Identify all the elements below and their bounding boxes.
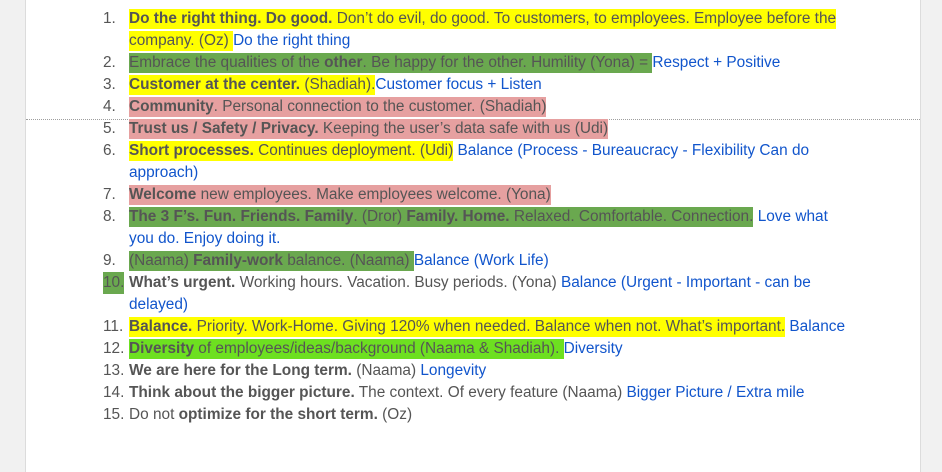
list-item-bold-text: Short processes. bbox=[129, 141, 254, 161]
list-item: 3. Customer at the center. (Shadiah).Cust… bbox=[26, 74, 849, 96]
list-number: 11. bbox=[103, 318, 124, 335]
list-number: 8. bbox=[103, 208, 116, 225]
list-item-text: . Personal connection to the customer. (… bbox=[213, 97, 547, 117]
list-item-bold-text: The 3 F’s. Fun. Friends. Family bbox=[129, 207, 354, 227]
list-item-text: . Be happy for the other. Humility (Yona… bbox=[362, 53, 653, 73]
list-item: 14. Think about the bigger picture. The c… bbox=[26, 382, 849, 404]
list-item: 8. The 3 F’s. Fun. Friends. Family. (Dror… bbox=[26, 206, 849, 250]
list-item: 10. What’s urgent. Working hours. Vacatio… bbox=[26, 272, 849, 316]
list-item-link[interactable]: Balance (Work Life) bbox=[414, 252, 549, 269]
list-item-text: (Naama) bbox=[351, 362, 421, 379]
list-item-text: (Oz) bbox=[377, 406, 413, 423]
list-item-bold-text: optimize for the short term. bbox=[178, 406, 378, 423]
list-item-text: balance. (Naama) bbox=[282, 251, 414, 271]
list-item: 11. Balance. Priority. Work-Home. Giving … bbox=[26, 316, 849, 338]
list-number: 5. bbox=[103, 120, 116, 137]
list-item: 2. Embrace the qualities of the other. Be… bbox=[26, 52, 849, 74]
list-number: 6. bbox=[103, 142, 116, 159]
list-item-bold-text: Community bbox=[129, 97, 214, 117]
list-item-bold-text: Customer at the center. bbox=[129, 75, 301, 95]
list-item-text: Working hours. Vacation. Busy periods. (… bbox=[235, 274, 561, 291]
list-item-text: Relaxed. Comfortable. Connection. bbox=[509, 207, 754, 227]
list-number: 9. bbox=[103, 252, 116, 269]
list-item-bold-text: Think about the bigger picture. bbox=[129, 384, 355, 401]
list-number: 7. bbox=[103, 186, 116, 203]
list-item: 7. Welcome new employees. Make employees … bbox=[26, 184, 849, 206]
list-item-text: Embrace the qualities of the bbox=[129, 53, 325, 73]
list-item: 5. Trust us / Safety / Privacy. Keeping t… bbox=[26, 118, 849, 140]
list-item-bold-text: Welcome bbox=[129, 185, 197, 205]
list-number: 2. bbox=[103, 54, 116, 71]
list-item: 4. Community. Personal connection to the … bbox=[26, 96, 849, 118]
list-item: 6. Short processes. Continues deployment.… bbox=[26, 140, 849, 184]
list-number: 15. bbox=[103, 406, 125, 423]
list-item-text: The context. Of every feature (Naama) bbox=[354, 384, 627, 401]
list-item-bold-text: Do the right thing. Do good. bbox=[129, 9, 333, 29]
list-item-text: Priority. Work-Home. Giving 120% when ne… bbox=[192, 317, 786, 337]
list-item-text: of employees/ideas/background (Naama & S… bbox=[194, 339, 564, 359]
list-number: 14. bbox=[103, 384, 125, 401]
list-item-bold-text: Trust us / Safety / Privacy. bbox=[129, 119, 319, 139]
list-item-link[interactable]: Diversity bbox=[564, 340, 623, 357]
list-item-text: (Naama) bbox=[129, 251, 194, 271]
list-item-link[interactable]: Respect + Positive bbox=[652, 54, 780, 71]
list-item-bold-text: Balance. bbox=[129, 317, 193, 337]
list-item: 13. We are here for the Long term. (Naama… bbox=[26, 360, 849, 382]
list-item-bold-text: Diversity bbox=[129, 339, 195, 359]
list-item-bold-text: We are here for the Long term. bbox=[129, 362, 352, 379]
list-number: 13. bbox=[103, 362, 125, 379]
list-number: 10. bbox=[103, 272, 125, 294]
list-item-bold-text: other bbox=[324, 53, 363, 73]
list-item-link[interactable]: Do the right thing bbox=[233, 32, 350, 49]
list-number: 4. bbox=[103, 98, 116, 115]
list-number: 12. bbox=[103, 340, 125, 357]
list-item: 12. Diversity of employees/ideas/backgrou… bbox=[26, 338, 849, 360]
list-item: 1. Do the right thing. Do good. Don’t do … bbox=[26, 8, 849, 52]
values-list: 1. Do the right thing. Do good. Don’t do … bbox=[26, 8, 849, 426]
list-item-bold-text: Family. Home. bbox=[406, 207, 510, 227]
list-item-text: new employees. Make employees welcome. (… bbox=[196, 185, 551, 205]
list-number: 3. bbox=[103, 76, 116, 93]
list-item-text: (Shadiah). bbox=[300, 75, 376, 95]
list-item-bold-text: What’s urgent. bbox=[129, 274, 236, 291]
list-item-link[interactable]: Longevity bbox=[420, 362, 486, 379]
list-item-text: Continues deployment. (Udi) bbox=[253, 141, 454, 161]
list-number: 1. bbox=[103, 10, 116, 27]
list-item-link[interactable]: Bigger Picture / Extra mile bbox=[626, 384, 804, 401]
list-item-text: Keeping the user’s data safe with us (Ud… bbox=[318, 119, 609, 139]
list-item: 15. Do not optimize for the short term. (… bbox=[26, 404, 849, 426]
document-page: 1. Do the right thing. Do good. Don’t do … bbox=[25, 0, 921, 472]
list-item-link[interactable]: Customer focus + Listen bbox=[375, 76, 541, 93]
list-item-link[interactable]: Balance bbox=[789, 318, 845, 335]
list-item-text: Do not bbox=[129, 406, 179, 423]
list-item-text: . (Dror) bbox=[353, 207, 407, 227]
list-item: 9. (Naama) Family-work balance. (Naama) B… bbox=[26, 250, 849, 272]
list-item-bold-text: Family-work bbox=[193, 251, 283, 271]
